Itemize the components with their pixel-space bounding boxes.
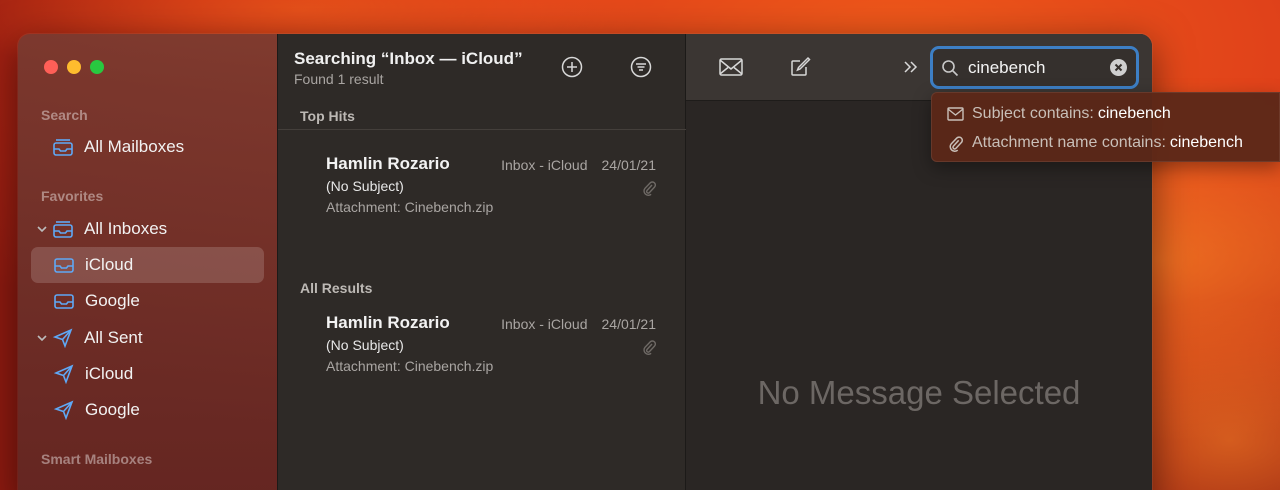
message-mailbox: Inbox - iCloud [501,316,588,332]
tray-stack-icon [50,136,76,158]
minimize-button[interactable] [67,60,81,74]
sidebar-item-label: All Sent [84,328,143,347]
chevron-down-icon[interactable] [34,333,50,343]
list-item[interactable]: Hamlin Rozario Inbox - iCloud 24/01/21 (… [326,313,657,374]
close-icon [1114,63,1123,72]
add-search-button[interactable] [559,54,585,80]
section-search: Search [41,107,88,123]
sidebar-item-google-sent[interactable]: Google [31,392,264,428]
suggestion-attachment[interactable]: Attachment name contains: cinebench [947,134,1243,152]
message-attachment: Attachment: Cinebench.zip [326,358,494,374]
sidebar-item-icloud-sent[interactable]: iCloud [31,356,264,392]
tray-icon [51,290,77,312]
search-suggestions: Subject contains: cinebench Attachment n… [931,92,1280,162]
plus-circle-icon [561,56,583,78]
sidebar-item-label: All Mailboxes [84,137,185,156]
section-favorites: Favorites [41,188,104,204]
get-mail-button[interactable] [716,54,746,80]
sidebar-item-google-inbox[interactable]: Google [31,283,264,319]
message-date: 24/01/21 [601,316,657,332]
envelope-icon [947,107,964,121]
paperclip-icon [642,180,657,201]
sidebar-item-all-inboxes[interactable]: All Inboxes [31,211,264,247]
search-input[interactable] [968,57,1108,78]
close-button[interactable] [44,60,58,74]
chevron-double-right-icon [904,61,918,73]
sidebar-item-icloud-inbox[interactable]: iCloud [31,247,264,283]
tray-icon [51,254,77,276]
no-message-placeholder: No Message Selected [757,374,1081,411]
result-count: Found 1 result [294,71,384,87]
filter-icon [630,56,652,78]
compose-button[interactable] [785,54,815,80]
filter-button[interactable] [628,54,654,80]
tray-stack-icon [50,218,76,240]
message-attachment: Attachment: Cinebench.zip [326,199,494,215]
clear-search-button[interactable] [1110,59,1127,76]
sidebar-item-label: iCloud [85,255,134,274]
sidebar-item-label: Google [85,400,140,419]
message-list: Searching “Inbox — iCloud” Found 1 resul… [277,34,687,490]
chevron-down-icon[interactable] [34,224,50,234]
sidebar: Search All Mailboxes Favorites All Inbox… [18,34,277,490]
sidebar-item-label: All Inboxes [84,219,168,238]
search-field[interactable] [930,46,1139,89]
sidebar-item-all-sent[interactable]: All Sent [31,320,264,356]
compose-icon [791,56,811,76]
paperplane-icon [51,363,77,385]
search-icon [942,59,959,76]
message-mailbox: Inbox - iCloud [501,157,588,173]
paperplane-icon [50,327,76,349]
divider [278,129,687,130]
window-controls [44,60,104,74]
toolbar-overflow-button[interactable] [896,54,926,80]
all-results-label: All Results [300,280,373,296]
paperplane-icon [51,399,77,421]
top-hits-label: Top Hits [300,108,355,124]
paperclip-icon [642,339,657,360]
sidebar-item-all-mailboxes[interactable]: All Mailboxes [31,129,264,165]
message-subject: (No Subject) [326,337,404,353]
envelope-icon [719,58,743,76]
paperclip-icon [949,135,963,152]
message-date: 24/01/21 [601,157,657,173]
sidebar-item-label: Google [85,291,140,310]
list-header: Searching “Inbox — iCloud” Found 1 resul… [294,49,523,87]
suggestion-subject[interactable]: Subject contains: cinebench [947,105,1171,123]
sidebar-item-label: iCloud [85,364,134,383]
list-item[interactable]: Hamlin Rozario Inbox - iCloud 24/01/21 (… [326,154,657,215]
message-subject: (No Subject) [326,178,404,194]
section-smart-mailboxes: Smart Mailboxes [41,451,153,467]
search-scope-title: Searching “Inbox — iCloud” [294,49,523,68]
zoom-button[interactable] [90,60,104,74]
